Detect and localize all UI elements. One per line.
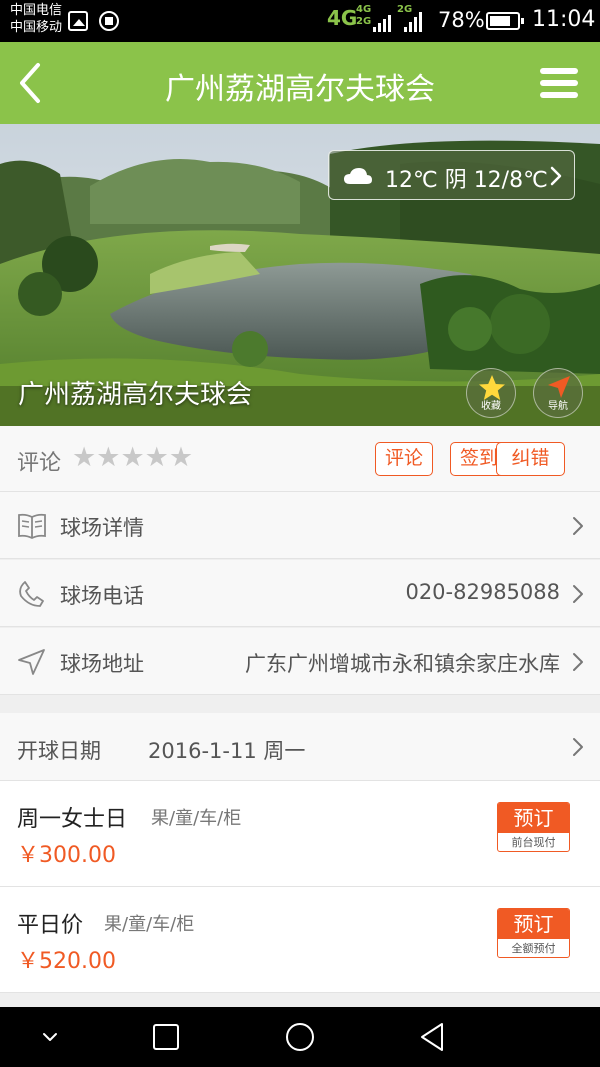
phone-icon — [19, 581, 44, 607]
price-item-name: 平日价 — [17, 913, 84, 938]
tee-date-row[interactable]: 开球日期 2016-1-11 周一 — [0, 713, 600, 781]
battery-icon — [486, 12, 524, 30]
chevron-right-icon — [550, 166, 562, 186]
back-arrow-icon[interactable] — [14, 62, 54, 104]
course-address-value: 广东广州增城市永和镇余家庄水库 — [245, 652, 560, 676]
book-icon — [18, 513, 46, 540]
home-icon[interactable] — [284, 1021, 316, 1053]
star-icon: ★ — [144, 442, 169, 473]
price-item-amount: ￥300.00 — [17, 843, 116, 868]
chevron-down-icon[interactable] — [34, 1021, 66, 1053]
book-button-label: 预订 — [498, 803, 569, 833]
weather-widget[interactable]: 12℃ 阴 12/8℃ — [328, 150, 575, 200]
course-phone-label: 球场电话 — [60, 584, 144, 608]
star-icon: ★ — [72, 442, 97, 473]
battery-percent: 78% — [438, 8, 485, 32]
tee-date-value: 2016-1-11 周一 — [148, 739, 306, 763]
image-notification-icon — [68, 11, 88, 31]
price-item-includes: 果/童/车/柜 — [151, 808, 242, 829]
shield-notification-icon — [99, 11, 119, 31]
battery-level — [490, 16, 511, 26]
navigate-label: 导航 — [548, 401, 568, 412]
course-details-label: 球场详情 — [60, 516, 144, 540]
star-icon: ★ — [120, 442, 145, 473]
book-button[interactable]: 预订 前台现付 — [497, 802, 570, 852]
rating-stars: ★ ★ ★ ★ ★ — [72, 444, 193, 472]
navigate-button[interactable]: 导航 — [533, 368, 583, 418]
top-app-bar: 广州荔湖高尔夫球会 — [0, 42, 600, 124]
signal-1-icon — [373, 10, 391, 32]
favorite-label: 收藏 — [481, 401, 501, 412]
weather-text: 12℃ 阴 12/8℃ — [385, 168, 548, 193]
rating-label: 评论 — [17, 451, 62, 476]
report-error-button[interactable]: 纠错 — [496, 442, 565, 476]
page-title: 广州荔湖高尔夫球会 — [165, 72, 435, 107]
cloud-icon — [344, 168, 372, 184]
star-icon: ★ — [168, 442, 194, 473]
comment-button[interactable]: 评论 — [375, 442, 433, 476]
price-item-name: 周一女士日 — [17, 807, 128, 832]
section-divider — [0, 695, 600, 713]
payment-type: 全额预付 — [511, 942, 556, 955]
price-item: 平日价 果/童/车/柜 ￥520.00 预订 全额预付 — [0, 887, 600, 993]
course-address-row[interactable]: 球场地址 广东广州增城市永和镇余家庄水库 — [0, 628, 600, 695]
course-details-row[interactable]: 球场详情 — [0, 492, 600, 559]
chevron-right-icon — [573, 653, 583, 671]
signal-2-icon — [404, 10, 422, 32]
tee-date-label: 开球日期 — [17, 739, 101, 763]
back-triangle-icon[interactable] — [418, 1021, 450, 1053]
course-name-overlay: 广州荔湖高尔夫球会 — [18, 380, 253, 410]
rating-row: 评论 ★ ★ ★ ★ ★ 评论 签到 纠错 — [0, 426, 600, 492]
payment-type: 前台现付 — [511, 836, 556, 849]
book-button-label: 预订 — [498, 909, 569, 939]
location-arrow-icon — [18, 649, 45, 675]
carrier-1: 中国电信 — [10, 3, 63, 18]
chevron-right-icon — [573, 585, 583, 603]
star-icon: ★ — [96, 442, 121, 473]
recent-apps-icon[interactable] — [150, 1021, 182, 1053]
chevron-right-icon — [573, 738, 583, 756]
clock: 11:04 — [532, 7, 596, 32]
system-navigation-bar — [0, 1007, 600, 1067]
book-button[interactable]: 预订 全额预付 — [497, 908, 570, 958]
network-4g-small: 4G 2G — [356, 4, 372, 27]
price-item-includes: 果/童/车/柜 — [104, 914, 195, 935]
hamburger-menu-icon[interactable] — [540, 66, 578, 100]
status-bar: 中国电信 中国移动 4G 4G 2G 2G 78% 11:04 — [0, 0, 600, 42]
course-phone-value: 020-82985088 — [405, 580, 560, 604]
price-item-amount: ￥520.00 — [17, 949, 116, 974]
course-phone-row[interactable]: 球场电话 020-82985088 — [0, 560, 600, 627]
price-item: 周一女士日 果/童/车/柜 ￥300.00 预订 前台现付 — [0, 781, 600, 887]
course-address-label: 球场地址 — [60, 652, 144, 676]
carrier-2: 中国移动 — [10, 20, 63, 35]
network-4g-label: 4G — [327, 6, 358, 30]
carrier-info: 中国电信 中国移动 — [10, 2, 62, 36]
favorite-button[interactable]: 收藏 — [466, 368, 516, 418]
chevron-right-icon — [573, 517, 583, 535]
